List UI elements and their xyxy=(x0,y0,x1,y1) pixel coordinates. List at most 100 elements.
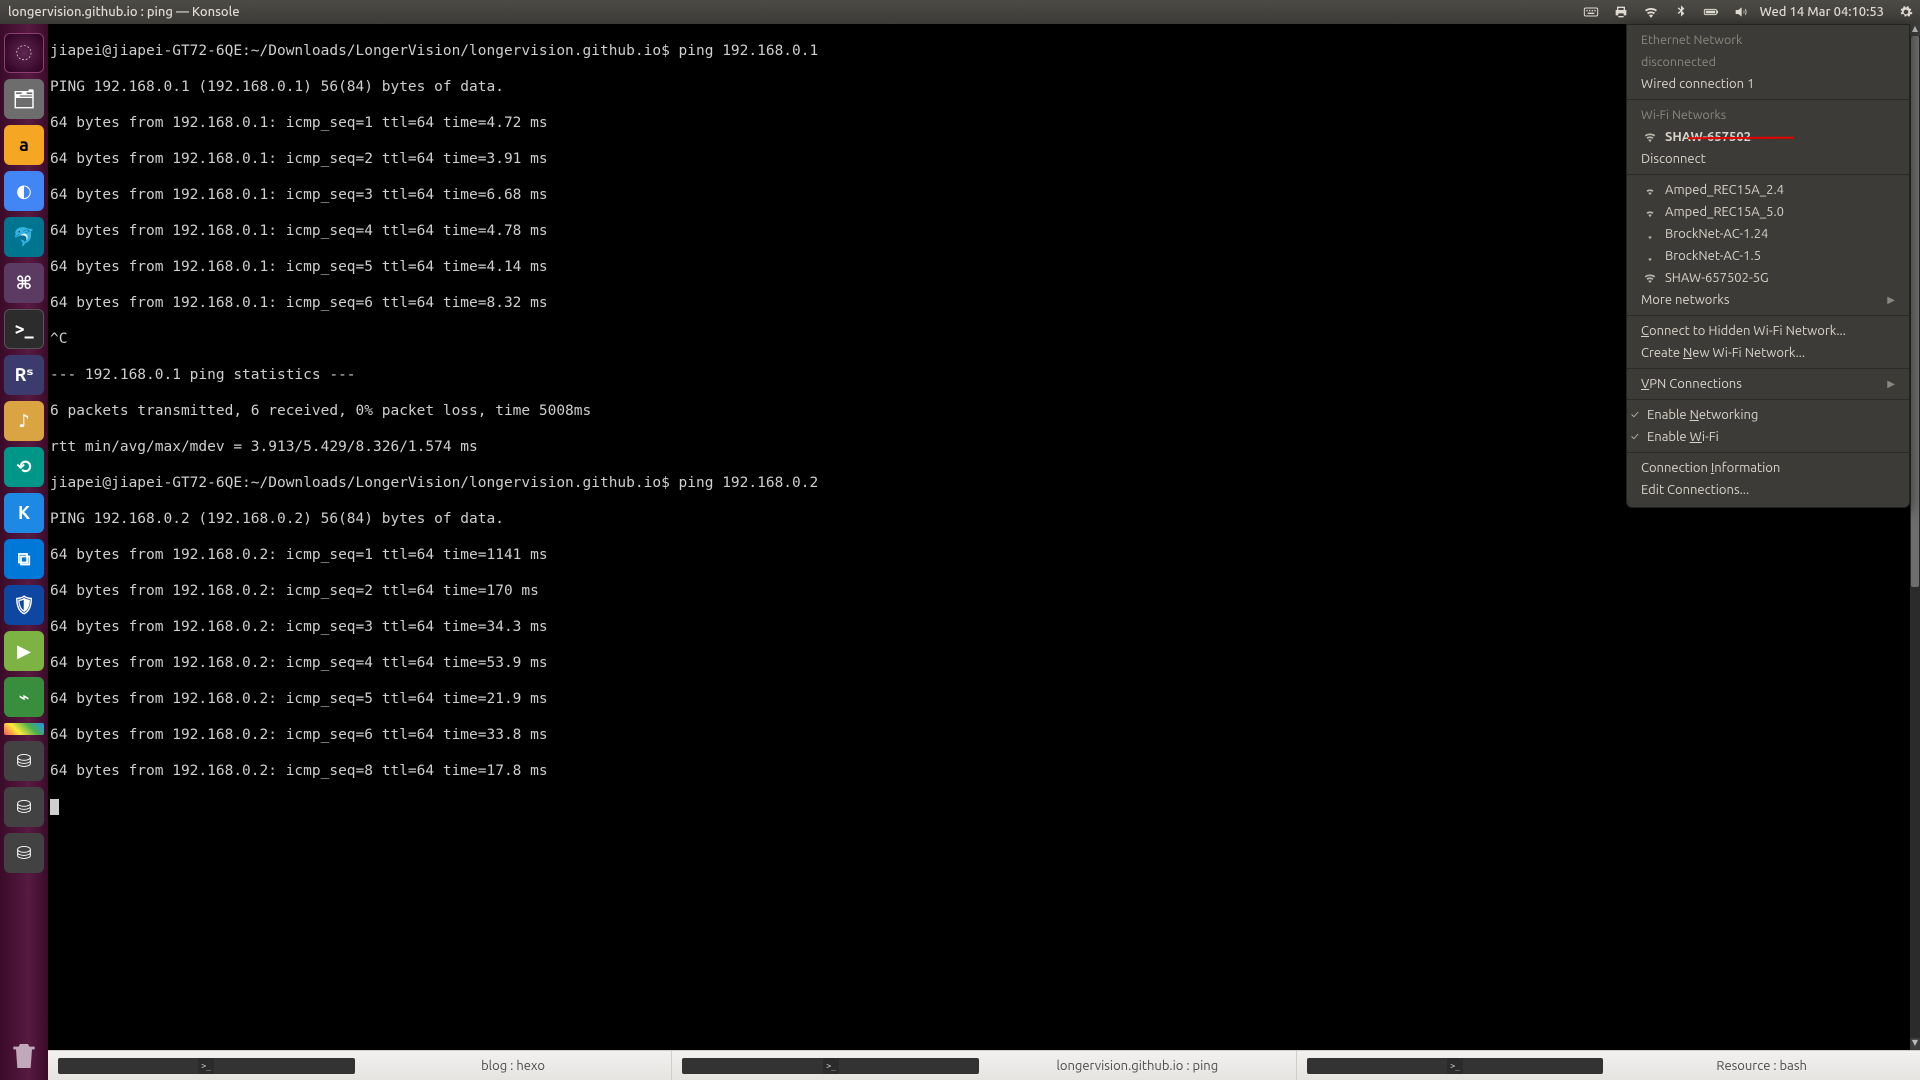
terminal-line: 64 bytes from 192.168.0.1: icmp_seq=6 tt… xyxy=(50,295,548,311)
launcher-color-strip[interactable] xyxy=(4,723,44,735)
wifi-network-item[interactable]: BrockNet-AC-1.5 xyxy=(1627,245,1909,267)
ethernet-header: Ethernet Network xyxy=(1627,29,1909,51)
taskbar-item-label: longervision.github.io : ping xyxy=(989,1059,1286,1073)
terminal-line: 64 bytes from 192.168.0.1: icmp_seq=4 tt… xyxy=(50,223,548,239)
terminal-line: PING 192.168.0.2 (192.168.0.2) 56(84) by… xyxy=(50,511,504,527)
enable-networking-toggle[interactable]: Enable Networking xyxy=(1627,404,1909,426)
terminal-line: ^C xyxy=(50,331,67,347)
wifi-network-item[interactable]: Amped_REC15A_2.4 xyxy=(1627,179,1909,201)
terminal-icon: >_ xyxy=(58,1058,355,1074)
wifi-signal-icon xyxy=(1641,227,1659,241)
scrollbar-up-arrow[interactable]: ▲ xyxy=(1910,24,1920,36)
sound-indicator[interactable] xyxy=(1726,0,1756,24)
terminal-line: 6 packets transmitted, 6 received, 0% pa… xyxy=(50,403,591,419)
wifi-network-item[interactable]: SHAW-657502-5G xyxy=(1627,267,1909,289)
scrollbar-track[interactable] xyxy=(1910,36,1920,1038)
wifi-signal-icon xyxy=(1641,249,1659,263)
terminal-line: 64 bytes from 192.168.0.2: icmp_seq=5 tt… xyxy=(50,691,548,707)
launcher-yellow-app[interactable]: ♪ xyxy=(4,401,44,441)
terminal-line: 64 bytes from 192.168.0.2: icmp_seq=1 tt… xyxy=(50,547,548,563)
terminal-line: 64 bytes from 192.168.0.1: icmp_seq=1 tt… xyxy=(50,115,548,131)
taskbar-item-label: blog : hexo xyxy=(365,1059,662,1073)
taskbar-item-label: Resource : bash xyxy=(1613,1059,1910,1073)
enable-wifi-toggle[interactable]: Enable Wi-Fi xyxy=(1627,426,1909,448)
wifi-signal-icon xyxy=(1641,130,1659,144)
launcher-green-play[interactable]: ▶ xyxy=(4,631,44,671)
wifi-network-item[interactable]: BrockNet-AC-1.24 xyxy=(1627,223,1909,245)
scrollbar-thumb[interactable] xyxy=(1911,36,1919,587)
launcher-trash[interactable] xyxy=(4,1032,44,1072)
svg-text:>_: >_ xyxy=(202,1061,212,1070)
launcher-chromium[interactable]: ◐ xyxy=(4,171,44,211)
launcher-dash[interactable]: ◌ xyxy=(4,33,44,73)
taskbar-item[interactable]: >_ blog : hexo xyxy=(48,1051,672,1080)
terminal-line: rtt min/avg/max/mdev = 3.913/5.429/8.326… xyxy=(50,439,478,455)
scrollbar-down-arrow[interactable]: ▼ xyxy=(1910,1038,1920,1050)
wifi-networks-header: Wi-Fi Networks xyxy=(1627,104,1909,126)
edit-connections-item[interactable]: Edit Connections... xyxy=(1627,479,1909,501)
wifi-network-item[interactable]: Amped_REC15A_5.0 xyxy=(1627,201,1909,223)
terminal-line: 64 bytes from 192.168.0.2: icmp_seq=4 tt… xyxy=(50,655,548,671)
launcher-files[interactable]: 🗂 xyxy=(4,79,44,119)
printer-indicator[interactable] xyxy=(1606,0,1636,24)
launcher-terminal[interactable]: >_ xyxy=(4,309,44,349)
launcher-k-circle[interactable]: K xyxy=(4,493,44,533)
create-new-wifi-item[interactable]: Create New Wi-Fi Network... xyxy=(1627,342,1909,364)
terminal-line: 64 bytes from 192.168.0.2: icmp_seq=3 tt… xyxy=(50,619,548,635)
terminal-line: PING 192.168.0.1 (192.168.0.1) 56(84) by… xyxy=(50,79,504,95)
launcher-rstudio[interactable]: Rˢ xyxy=(4,355,44,395)
launcher-shield[interactable]: 🛡 xyxy=(4,585,44,625)
terminal-line: --- 192.168.0.1 ping statistics --- xyxy=(50,367,356,383)
network-indicator[interactable] xyxy=(1636,0,1666,24)
launcher-amazon[interactable]: a xyxy=(4,125,44,165)
vpn-label: VPN Connections xyxy=(1641,377,1742,391)
wifi-disconnect-item[interactable]: Disconnect xyxy=(1627,148,1909,170)
terminal-line: jiapei@jiapei-GT72-6QE:~/Downloads/Longe… xyxy=(50,475,818,491)
vpn-connections-item[interactable]: VPN Connections ▶ xyxy=(1627,373,1909,395)
launcher-drive-2[interactable]: ⛁ xyxy=(4,787,44,827)
keyboard-indicator[interactable] xyxy=(1576,0,1606,24)
taskbar-item[interactable]: >_ Resource : bash xyxy=(1297,1051,1920,1080)
battery-indicator[interactable] xyxy=(1696,0,1726,24)
terminal-line: 64 bytes from 192.168.0.1: icmp_seq=5 tt… xyxy=(50,259,548,275)
bluetooth-indicator[interactable] xyxy=(1666,0,1696,24)
chevron-right-icon: ▶ xyxy=(1887,294,1895,306)
launcher-k-app[interactable]: ⌘ xyxy=(4,263,44,303)
wifi-signal-icon xyxy=(1641,271,1659,285)
unity-launcher: ◌ 🗂 a ◐ 🐬 ⌘ >_ Rˢ ♪ ⟲ K ⧉ 🛡 ▶ ⌁ ⛁ ⛁ ⛁ xyxy=(0,24,48,1080)
wifi-signal-icon xyxy=(1641,183,1659,197)
terminal-line: 64 bytes from 192.168.0.2: icmp_seq=8 tt… xyxy=(50,763,548,779)
chevron-right-icon: ▶ xyxy=(1887,378,1895,390)
top-panel: longervision.github.io : ping — Konsole … xyxy=(0,0,1920,24)
enable-wifi-label: Enable Wi-Fi xyxy=(1647,430,1719,444)
launcher-drive-3[interactable]: ⛁ xyxy=(4,833,44,873)
window-title: longervision.github.io : ping — Konsole xyxy=(0,5,248,19)
svg-text:>_: >_ xyxy=(826,1061,836,1070)
launcher-mysql[interactable]: 🐬 xyxy=(4,217,44,257)
launcher-drive-1[interactable]: ⛁ xyxy=(4,741,44,781)
taskbar-item[interactable]: >_ longervision.github.io : ping xyxy=(672,1051,1296,1080)
connect-hidden-label: Connect to Hidden Wi-Fi Network... xyxy=(1641,324,1846,338)
terminal-line: jiapei@jiapei-GT72-6QE:~/Downloads/Longe… xyxy=(50,43,818,59)
terminal-icon: >_ xyxy=(1307,1058,1604,1074)
launcher-wireshark[interactable]: ⌁ xyxy=(4,677,44,717)
terminal-line: 64 bytes from 192.168.0.2: icmp_seq=6 tt… xyxy=(50,727,548,743)
wifi-signal-icon xyxy=(1641,205,1659,219)
svg-text:>_: >_ xyxy=(1450,1061,1460,1070)
connect-hidden-item[interactable]: Connect to Hidden Wi-Fi Network... xyxy=(1627,320,1909,342)
more-networks-item[interactable]: More networks▶ xyxy=(1627,289,1909,311)
terminal-icon: >_ xyxy=(682,1058,979,1074)
session-gear-indicator[interactable] xyxy=(1892,0,1920,24)
terminal-line: 64 bytes from 192.168.0.2: icmp_seq=2 tt… xyxy=(50,583,539,599)
terminal-line: 64 bytes from 192.168.0.1: icmp_seq=2 tt… xyxy=(50,151,548,167)
clock-indicator[interactable]: Wed 14 Mar 04:10:53 xyxy=(1756,0,1892,24)
connection-information-item[interactable]: Connection Information xyxy=(1627,457,1909,479)
bottom-taskbar: >_ blog : hexo >_ longervision.github.io… xyxy=(48,1050,1920,1080)
terminal-line: 64 bytes from 192.168.0.1: icmp_seq=3 tt… xyxy=(50,187,548,203)
terminal-scrollbar[interactable]: ▲ ▼ xyxy=(1910,24,1920,1050)
conn-info-label: Connection Information xyxy=(1641,461,1780,475)
ethernet-status: disconnected xyxy=(1627,51,1909,73)
launcher-teal-app[interactable]: ⟲ xyxy=(4,447,44,487)
wired-connection-item[interactable]: Wired connection 1 xyxy=(1627,73,1909,95)
launcher-vscode[interactable]: ⧉ xyxy=(4,539,44,579)
